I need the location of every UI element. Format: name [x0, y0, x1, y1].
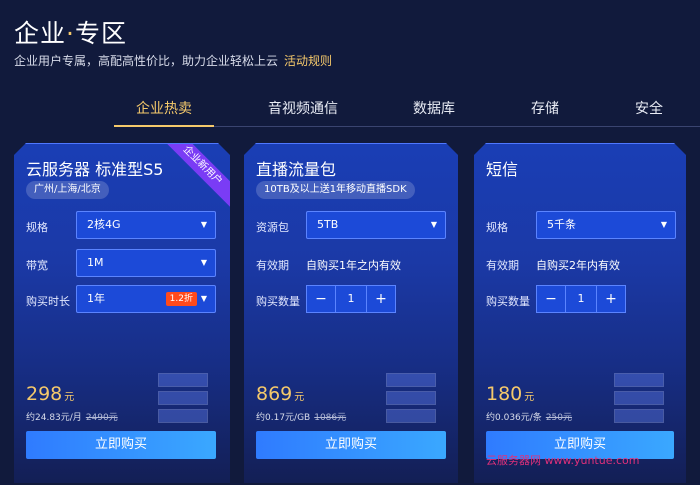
increment-button[interactable]: + [367, 286, 395, 312]
original-price: 1086元 [314, 413, 347, 423]
package-value: 5TB [317, 218, 339, 231]
quantity-stepper: − 1 + [306, 285, 396, 313]
duration-select[interactable]: 1年 1.2折 ▼ [76, 285, 216, 313]
subtitle-text: 企业用户专属，高配高性价比，助力企业轻松上云 [14, 54, 279, 68]
spec-value: 5千条 [547, 218, 576, 231]
package-select[interactable]: 5TB ▼ [306, 211, 446, 239]
unit-price: 约0.036元/条 250元 [486, 410, 572, 423]
category-tabs: 企业热卖 音视频通信 数据库 存储 安全 [0, 90, 700, 128]
price-value: 180 [486, 383, 523, 405]
page-title: 企业·专区 [14, 14, 127, 50]
product-card-cvm: 云服务器 标准型S5 广州/上海/北京 企业新用户 规格 2核4G ▼ 带宽 1… [14, 143, 230, 483]
product-card-live-traffic: 直播流量包 10TB及以上送1年移动直播SDK 资源包 5TB ▼ 有效期 自购… [244, 143, 458, 483]
price-unit: 元 [524, 392, 535, 403]
quantity-stepper: − 1 + [536, 285, 626, 313]
active-tab-indicator [114, 125, 214, 127]
original-price: 250元 [545, 413, 572, 423]
chevron-down-icon: ▼ [660, 220, 667, 229]
validity-label: 有效期 [256, 259, 289, 272]
chevron-down-icon: ▼ [200, 220, 207, 229]
new-user-ribbon: 企业新用户 [153, 143, 230, 215]
product-card-sms: 短信 规格 5千条 ▼ 有效期 自购买2年内有效 购买数量 − 1 + 180 元… [474, 143, 686, 483]
validity-value: 自购买2年内有效 [536, 259, 620, 272]
unit-price-text: 约0.036元/条 [486, 413, 542, 423]
price: 869 元 [256, 383, 304, 405]
page-subtitle: 企业用户专属，高配高性价比，助力企业轻松上云 活动规则 [14, 52, 332, 69]
tab-av-communication[interactable]: 音视频通信 [268, 98, 338, 118]
tab-security[interactable]: 安全 [635, 98, 663, 118]
quantity-value[interactable]: 1 [565, 286, 597, 312]
card-title: 直播流量包 [256, 160, 337, 179]
tabs-divider [214, 126, 700, 127]
server-illustration [378, 373, 450, 433]
price-unit: 元 [294, 392, 305, 403]
unit-price: 约0.17元/GB 1086元 [256, 410, 346, 423]
price-unit: 元 [64, 392, 75, 403]
title-separator: · [66, 19, 75, 48]
original-price: 2490元 [85, 413, 118, 423]
duration-value: 1年 [87, 292, 105, 305]
server-illustration [606, 373, 678, 433]
bandwidth-label: 带宽 [26, 259, 48, 272]
card-title: 云服务器 标准型S5 [26, 160, 164, 179]
tab-hot-sale[interactable]: 企业热卖 [136, 98, 192, 118]
bandwidth-select[interactable]: 1M ▼ [76, 249, 216, 277]
watermark: 云服务器网 www.yuntue.com [486, 454, 640, 467]
quantity-label: 购买数量 [486, 295, 530, 308]
buy-now-button[interactable]: 立即购买 [26, 431, 216, 459]
price: 298 元 [26, 383, 74, 405]
unit-price: 约24.83元/月 2490元 [26, 410, 118, 423]
tab-storage[interactable]: 存储 [531, 98, 559, 118]
decrement-button[interactable]: − [307, 286, 335, 312]
unit-price-text: 约24.83元/月 [26, 413, 82, 423]
validity-value: 自购买1年之内有效 [306, 259, 401, 272]
spec-value: 2核4G [87, 218, 121, 231]
duration-label: 购买时长 [26, 295, 70, 308]
buy-now-button[interactable]: 立即购买 [256, 431, 446, 459]
chevron-down-icon: ▼ [430, 220, 437, 229]
spec-label: 规格 [486, 221, 508, 234]
discount-badge: 1.2折 [166, 292, 197, 306]
tab-database[interactable]: 数据库 [413, 98, 455, 118]
validity-label: 有效期 [486, 259, 519, 272]
unit-price-text: 约0.17元/GB [256, 413, 311, 423]
price: 180 元 [486, 383, 534, 405]
activity-rules-link[interactable]: 活动规则 [284, 54, 332, 68]
quantity-label: 购买数量 [256, 295, 300, 308]
card-title: 短信 [486, 160, 519, 179]
package-label: 资源包 [256, 221, 289, 234]
chevron-down-icon: ▼ [200, 258, 207, 267]
bandwidth-value: 1M [87, 256, 104, 269]
region-chip: 广州/上海/北京 [26, 181, 109, 199]
spec-select[interactable]: 5千条 ▼ [536, 211, 676, 239]
promo-chip: 10TB及以上送1年移动直播SDK [256, 181, 415, 199]
increment-button[interactable]: + [597, 286, 625, 312]
chevron-down-icon: ▼ [200, 294, 207, 303]
title-accent: 专区 [74, 19, 127, 48]
decrement-button[interactable]: − [537, 286, 565, 312]
spec-select[interactable]: 2核4G ▼ [76, 211, 216, 239]
title-main: 企业 [14, 19, 67, 48]
price-value: 298 [26, 383, 63, 405]
spec-label: 规格 [26, 221, 48, 234]
server-illustration [150, 373, 222, 433]
quantity-value[interactable]: 1 [335, 286, 367, 312]
price-value: 869 [256, 383, 293, 405]
